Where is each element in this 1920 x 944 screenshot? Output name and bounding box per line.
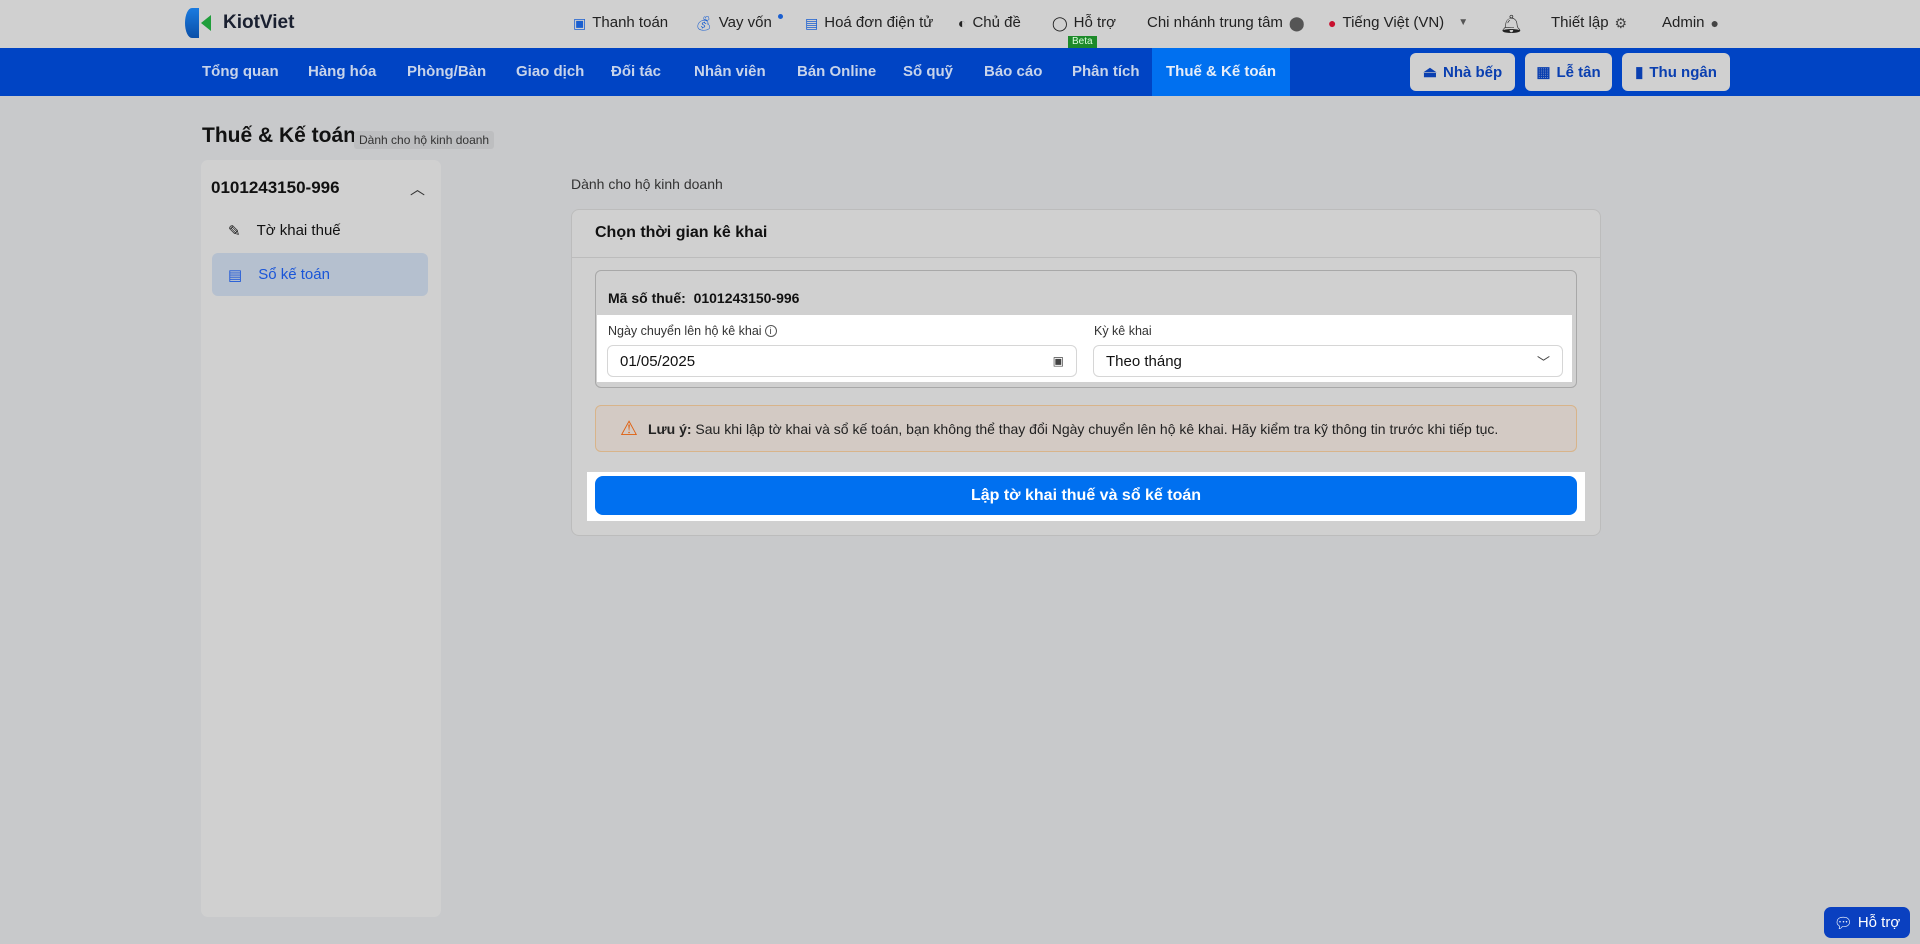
tab-analytics[interactable]: Phân tích — [1058, 48, 1154, 96]
label: Thiết lập — [1551, 14, 1609, 31]
info-icon[interactable]: i — [764, 325, 777, 337]
label: Vay vốn — [718, 14, 772, 31]
topbar-payment[interactable]: ▣ Thanh toán — [573, 14, 668, 31]
chevron-up-icon[interactable]: ︿ — [410, 178, 425, 199]
tab-cashbook[interactable]: Sổ quỹ — [889, 48, 967, 96]
warning-icon: ⚠ — [620, 418, 638, 440]
tab-transactions[interactable]: Giao dịch — [502, 48, 598, 96]
label: Chi nhánh trung tâm — [1147, 14, 1283, 31]
section-subtitle: Dành cho hộ kinh doanh — [571, 176, 723, 192]
support-chat-button[interactable]: 💬︎ Hỗ trợ — [1824, 907, 1910, 938]
kitchen-button[interactable]: ⏏ Nhà bếp — [1410, 53, 1515, 91]
reception-button[interactable]: ▦ Lễ tân — [1525, 53, 1612, 91]
warning-bold: Lưu ý: — [647, 420, 692, 437]
period-select[interactable]: Theo tháng ﹀ — [1093, 345, 1563, 377]
money-bag-icon: 💰︎ — [695, 14, 713, 31]
label: Hỗ trợ — [1073, 14, 1117, 31]
sidebar-item-tax-return[interactable]: ✎ Tờ khai thuế — [212, 209, 428, 252]
label: Lễ tân — [1556, 63, 1601, 81]
title-badge: Dành cho hộ kinh doanh — [354, 131, 495, 149]
page-title: Thuế & Kế toán — [202, 124, 357, 147]
book-icon: ▤ — [228, 266, 243, 284]
calendar-icon[interactable]: ▣ — [1053, 354, 1064, 368]
label: Chủ đề — [972, 14, 1021, 31]
topbar-branch[interactable]: Chi nhánh trung tâm ⬤ — [1147, 14, 1305, 31]
brand-name: KiotViet — [223, 12, 295, 33]
calendar-check-icon: ▦ — [1536, 64, 1551, 81]
label: Tờ khai thuế — [256, 222, 341, 239]
tab-reports[interactable]: Báo cáo — [970, 48, 1056, 96]
divider — [572, 257, 1600, 258]
gear-icon: ⚙ — [1614, 14, 1628, 31]
user-circle-icon: ● — [1710, 14, 1719, 31]
period-label: Kỳ kê khai — [1094, 324, 1152, 338]
topbar-language[interactable]: ● Tiếng Việt (VN) ▼ — [1328, 14, 1468, 31]
label: Admin — [1662, 14, 1705, 31]
date-label: Ngày chuyển lên hộ kê khai i — [608, 324, 777, 338]
vietnam-flag-icon: ● — [1328, 14, 1337, 31]
cashier-button[interactable]: ▮ Thu ngân — [1622, 53, 1730, 91]
warning-text: Sau khi lập tờ khai và sổ kế toán, bạn k… — [695, 420, 1499, 437]
location-pin-icon: ⬤ — [1288, 14, 1305, 31]
value: 01/05/2025 — [620, 352, 696, 370]
label: Ngày chuyển lên hộ kê khai — [608, 324, 762, 338]
topbar-account[interactable]: Admin ● — [1662, 14, 1719, 31]
sidebar-item-accounting-book[interactable]: ▤ Sổ kế toán — [212, 253, 428, 296]
invoice-icon: ▤ — [805, 14, 819, 31]
label: Thu ngân — [1649, 63, 1717, 81]
value: Theo tháng — [1106, 352, 1182, 370]
document-edit-icon: ✎ — [228, 222, 241, 240]
topbar-support[interactable]: ◯ Hỗ trợ — [1052, 14, 1116, 31]
tax-id: Mã số thuế: 0101243150-996 — [608, 290, 799, 306]
chat-icon: ◯ — [1052, 14, 1068, 31]
label: Tiếng Việt (VN) — [1342, 14, 1445, 31]
tax-id-value: 0101243150-996 — [693, 290, 800, 306]
chevron-down-icon: ﹀ — [1536, 354, 1550, 370]
document-icon: ▮ — [1635, 64, 1644, 81]
beta-badge: Beta — [1068, 36, 1097, 48]
tab-overview[interactable]: Tổng quan — [188, 48, 293, 96]
label: Sổ kế toán — [258, 266, 330, 283]
tab-rooms[interactable]: Phòng/Bàn — [393, 48, 500, 96]
label: Thanh toán — [592, 14, 669, 31]
topbar-loan[interactable]: 💰︎ Vay vốn — [695, 14, 783, 31]
notification-dot — [777, 14, 783, 19]
warning-message: Lưu ý: Sau khi lập tờ khai và sổ kế toán… — [648, 421, 1498, 437]
logo-icon — [185, 8, 215, 38]
tab-partners[interactable]: Đối tác — [597, 48, 675, 96]
topbar-theme[interactable]: ◐ Chủ đề — [958, 14, 1021, 31]
tab-staff[interactable]: Nhân viên — [680, 48, 780, 96]
tab-online-sales[interactable]: Bán Online — [783, 48, 890, 96]
card-title: Chọn thời gian kê khai — [595, 224, 768, 241]
topbar-einvoice[interactable]: ▤ Hoá đơn điện tử — [805, 14, 933, 31]
tax-id-label: Mã số thuế: — [608, 290, 686, 306]
bell-service-icon: ⏏ — [1422, 64, 1437, 81]
label: Hỗ trợ — [1857, 914, 1901, 931]
notification-bell-icon[interactable]: 🔔︎ — [1500, 14, 1523, 35]
sidebar-tax-id-header[interactable]: 0101243150-996 — [211, 178, 340, 198]
date-input[interactable]: 01/05/2025 ▣ — [607, 345, 1077, 377]
label: Nhà bếp — [1443, 63, 1503, 81]
topbar-settings[interactable]: Thiết lập ⚙ — [1551, 14, 1627, 31]
tab-products[interactable]: Hàng hóa — [294, 48, 390, 96]
chat-bubble-icon: 💬︎ — [1833, 914, 1853, 932]
label: Hoá đơn điện tử — [824, 14, 934, 31]
warning-alert: ⚠ Lưu ý: Sau khi lập tờ khai và sổ kế to… — [595, 405, 1577, 452]
create-tax-return-button[interactable]: Lập tờ khai thuế và sổ kế toán — [595, 476, 1577, 515]
caret-down-icon: ▼ — [1458, 17, 1469, 28]
tab-tax-accounting[interactable]: Thuế & Kế toán — [1152, 48, 1290, 96]
kiotviet-logo[interactable]: KiotViet — [185, 8, 294, 38]
wallet-icon: ▣ — [573, 14, 587, 31]
palette-icon: ◐ — [958, 14, 967, 31]
